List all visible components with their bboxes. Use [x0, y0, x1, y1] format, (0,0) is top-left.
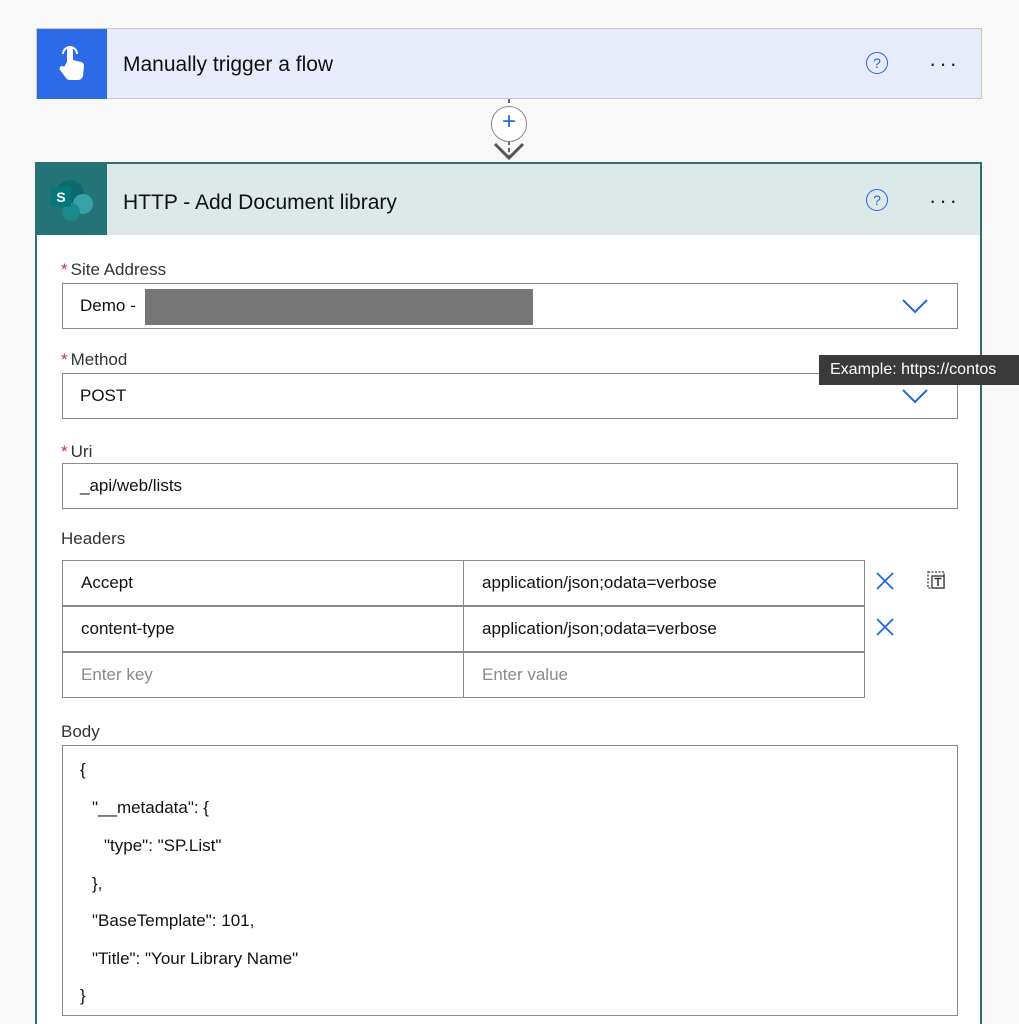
action-title: HTTP - Add Document library	[123, 191, 397, 214]
trigger-card[interactable]: Manually trigger a flow ? ···	[36, 28, 982, 99]
header-key: content-type	[81, 619, 175, 638]
remove-header-icon[interactable]	[875, 617, 895, 637]
chevron-down-icon[interactable]	[901, 388, 929, 404]
touch-icon	[37, 29, 107, 99]
more-options-icon[interactable]: ···	[929, 190, 960, 212]
value-placeholder: Enter value	[482, 665, 568, 684]
code-line: "BaseTemplate": 101,	[92, 911, 255, 930]
more-options-icon[interactable]: ···	[929, 53, 960, 75]
text-mode-icon[interactable]	[926, 569, 948, 591]
method-label-text: Method	[70, 350, 128, 369]
action-header[interactable]: S HTTP - Add Document library ? ···	[37, 164, 980, 235]
code-line: {	[80, 760, 86, 779]
header-value-input[interactable]: application/json;odata=verbose	[463, 560, 865, 606]
code-line: "Title": "Your Library Name"	[92, 949, 299, 968]
help-icon[interactable]: ?	[866, 189, 888, 211]
body-label: Body	[61, 722, 100, 741]
new-header-value-input[interactable]: Enter value	[463, 652, 865, 698]
required-mark: *	[61, 442, 68, 461]
site-address-label: * Site Address	[61, 260, 166, 280]
header-key-input[interactable]: Accept	[62, 560, 464, 606]
sharepoint-icon: S	[37, 164, 107, 235]
uri-label-text: Uri	[70, 442, 93, 461]
required-mark: *	[61, 350, 68, 369]
code-line: }	[80, 986, 86, 1005]
required-mark: *	[61, 260, 68, 279]
header-value: application/json;odata=verbose	[482, 619, 717, 638]
header-key: Accept	[81, 573, 133, 592]
header-value-input[interactable]: application/json;odata=verbose	[463, 606, 865, 652]
method-label: * Method	[61, 350, 127, 370]
action-card: S HTTP - Add Document library ? ··· * Sit…	[35, 162, 982, 1024]
new-header-key-input[interactable]: Enter key	[62, 652, 464, 698]
code-line: "__metadata": {	[92, 798, 209, 817]
svg-text:S: S	[56, 189, 65, 205]
code-line: "type": "SP.List"	[104, 836, 222, 855]
redacted-block	[145, 289, 533, 325]
code-line: },	[92, 874, 103, 893]
header-key-input[interactable]: content-type	[62, 606, 464, 652]
uri-tooltip: Example: https://contos	[819, 355, 1019, 385]
insert-step-button[interactable]: +	[491, 106, 527, 142]
body-editor[interactable]: { "__metadata": { "type": "SP.List" }, "…	[62, 745, 958, 1016]
site-address-label-text: Site Address	[70, 260, 167, 279]
uri-value: _api/web/lists	[80, 476, 183, 495]
key-placeholder: Enter key	[81, 665, 153, 684]
site-address-dropdown[interactable]: Demo -	[62, 283, 958, 329]
chevron-down-icon[interactable]	[901, 298, 929, 314]
remove-header-icon[interactable]	[875, 571, 895, 591]
uri-input[interactable]: _api/web/lists	[62, 463, 958, 509]
help-icon[interactable]: ?	[866, 52, 888, 74]
trigger-title: Manually trigger a flow	[123, 53, 334, 76]
header-value: application/json;odata=verbose	[482, 573, 717, 592]
site-address-value: Demo -	[80, 296, 136, 315]
arrow-down-icon	[493, 142, 525, 161]
headers-label: Headers	[61, 529, 126, 548]
uri-label: * Uri	[61, 442, 92, 462]
method-value: POST	[80, 386, 127, 405]
